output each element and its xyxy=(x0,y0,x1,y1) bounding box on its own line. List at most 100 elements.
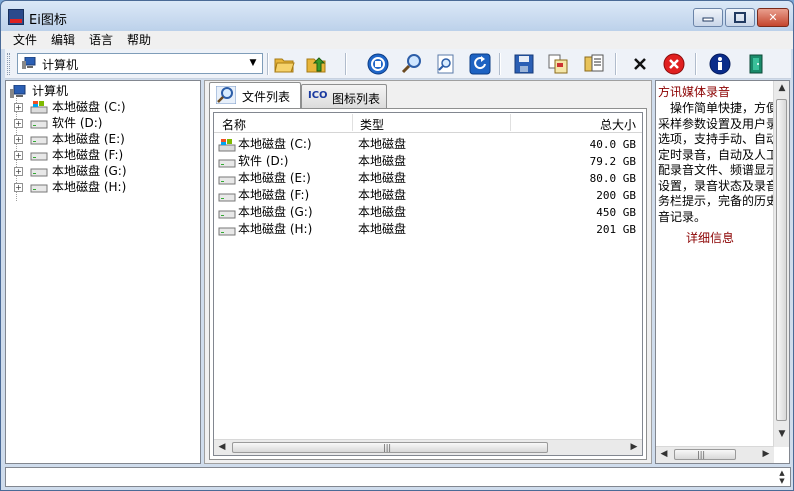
up-folder-button[interactable] xyxy=(303,51,329,77)
status-bar[interactable]: ▲ ▼ xyxy=(5,467,791,487)
column-divider[interactable] xyxy=(510,114,511,131)
address-combo[interactable]: 计算机 ▼ xyxy=(17,53,263,74)
scroll-left-icon[interactable]: ◀ xyxy=(656,447,672,462)
menu-language[interactable]: 语言 xyxy=(83,32,119,48)
column-header-size[interactable]: 总大小 xyxy=(600,116,636,133)
vertical-scrollbar[interactable]: ▲ ▼ xyxy=(773,81,789,447)
expand-icon[interactable]: + xyxy=(14,167,23,176)
scroll-down-icon[interactable]: ▼ xyxy=(774,427,789,442)
list-row-drive-e[interactable]: 本地磁盘 (E:) 本地磁盘 80.0 GB xyxy=(214,170,642,187)
toolbar-grip[interactable] xyxy=(7,53,10,75)
details-link[interactable]: 详细信息 xyxy=(686,229,734,246)
open-folder-button[interactable] xyxy=(271,51,297,77)
cell-name: 本地磁盘 (F:) xyxy=(238,188,310,202)
scroll-thumb[interactable]: ||| xyxy=(674,449,736,460)
expand-icon[interactable]: + xyxy=(14,103,23,112)
drive-icon xyxy=(218,193,236,202)
about-button[interactable] xyxy=(707,51,733,77)
tree-label: 软件 (D:) xyxy=(52,116,103,130)
spin-down-icon[interactable]: ▼ xyxy=(776,477,788,485)
cell-name: 本地磁盘 (G:) xyxy=(238,205,313,219)
expand-icon[interactable]: + xyxy=(14,119,23,128)
list-header: 名称 类型 总大小 xyxy=(214,113,642,133)
minimize-button[interactable] xyxy=(693,8,723,27)
tree-item-drive-c[interactable]: + 本地磁盘 (C:) xyxy=(6,99,196,115)
system-drive-icon xyxy=(218,139,236,152)
scroll-up-icon[interactable]: ▲ xyxy=(774,81,789,96)
scroll-left-icon[interactable]: ◀ xyxy=(214,440,230,455)
scroll-thumb[interactable]: ||| xyxy=(232,442,548,453)
cell-size: 79.2 GB xyxy=(589,155,636,168)
info-line: 务栏提示，完备的历史 xyxy=(658,194,776,208)
tree-item-drive-g[interactable]: + 本地磁盘 (G:) xyxy=(6,163,196,179)
cell-name: 软件 (D:) xyxy=(238,154,289,168)
cell-type: 本地磁盘 xyxy=(358,137,407,151)
drive-icon xyxy=(30,184,48,193)
scroll-right-icon[interactable]: ▶ xyxy=(626,440,642,455)
toolbar: 计算机 ▼ xyxy=(5,49,791,79)
scroll-right-icon[interactable]: ▶ xyxy=(758,447,774,462)
scroll-thumb[interactable] xyxy=(776,99,787,421)
title-bar[interactable]: Ei图标 ✕ xyxy=(1,1,793,31)
exit-button[interactable] xyxy=(743,51,769,77)
close-button[interactable]: ✕ xyxy=(757,8,789,27)
export-icon xyxy=(548,54,568,74)
expand-icon[interactable]: + xyxy=(14,135,23,144)
center-panel: 文件列表 ICO 图标列表 名称 类型 总大小 本地磁盘 (C:) 本地磁盘 4… xyxy=(204,80,652,464)
column-header-type[interactable]: 类型 xyxy=(360,116,384,133)
horizontal-scrollbar[interactable]: ◀ ||| ▶ xyxy=(656,446,774,463)
export-button[interactable] xyxy=(545,51,571,77)
remove-button[interactable] xyxy=(661,51,687,77)
tree-label: 本地磁盘 (F:) xyxy=(52,148,124,162)
find-button[interactable] xyxy=(433,51,459,77)
app-icon xyxy=(8,9,24,25)
stop-button[interactable] xyxy=(365,51,391,77)
horizontal-scrollbar[interactable]: ◀ ||| ▶ xyxy=(214,439,642,455)
expand-icon[interactable]: + xyxy=(14,183,23,192)
refresh-button[interactable] xyxy=(467,51,493,77)
menu-file[interactable]: 文件 xyxy=(7,32,43,48)
menu-edit[interactable]: 编辑 xyxy=(45,32,81,48)
column-divider[interactable] xyxy=(352,114,353,131)
info-description: 操作简单快捷，方便 采样参数设置及用户录 选项，支持手动、自动 定时录音，自动及… xyxy=(658,101,776,225)
info-line: 定时录音，自动及人工 xyxy=(658,147,776,162)
info-line: 设置，录音状态及录音 xyxy=(658,178,776,193)
column-header-name[interactable]: 名称 xyxy=(222,116,246,133)
tree-label: 计算机 xyxy=(32,84,69,98)
folder-tree[interactable]: 计算机 + 本地磁盘 (C:) + 软件 (D:) + 本地磁盘 (E:) + xyxy=(5,80,201,464)
cell-size: 40.0 GB xyxy=(589,138,636,151)
list-row-drive-f[interactable]: 本地磁盘 (F:) 本地磁盘 200 GB xyxy=(214,187,642,204)
cell-name: 本地磁盘 (E:) xyxy=(238,171,311,185)
tree-item-drive-d[interactable]: + 软件 (D:) xyxy=(6,115,196,131)
spin-up-icon[interactable]: ▲ xyxy=(776,469,788,477)
delete-button[interactable] xyxy=(627,51,653,77)
tree-label: 本地磁盘 (C:) xyxy=(52,100,126,114)
extract-button[interactable] xyxy=(581,51,607,77)
search-button[interactable] xyxy=(399,51,425,77)
tree-item-drive-h[interactable]: + 本地磁盘 (H:) xyxy=(6,179,196,195)
tab-file-list[interactable]: 文件列表 xyxy=(209,82,301,108)
drive-icon xyxy=(30,168,48,177)
file-list[interactable]: 名称 类型 总大小 本地磁盘 (C:) 本地磁盘 40.0 GB 软件 (D:)… xyxy=(213,112,643,456)
maximize-button[interactable] xyxy=(725,8,755,27)
extract-icon xyxy=(584,54,604,72)
chevron-down-icon[interactable]: ▼ xyxy=(246,56,260,71)
toolbar-separator xyxy=(345,53,347,75)
drive-icon xyxy=(30,120,48,129)
menu-help[interactable]: 帮助 xyxy=(121,32,157,48)
list-row-drive-h[interactable]: 本地磁盘 (H:) 本地磁盘 201 GB xyxy=(214,221,642,238)
cell-type: 本地磁盘 xyxy=(358,188,407,202)
drive-icon xyxy=(218,176,236,185)
toolbar-separator xyxy=(615,53,617,75)
save-button[interactable] xyxy=(511,51,537,77)
tree-item-drive-f[interactable]: + 本地磁盘 (F:) xyxy=(6,147,196,163)
list-row-drive-g[interactable]: 本地磁盘 (G:) 本地磁盘 450 GB xyxy=(214,204,642,221)
list-row-drive-c[interactable]: 本地磁盘 (C:) 本地磁盘 40.0 GB xyxy=(214,136,642,153)
grip-icon: ||| xyxy=(697,450,706,459)
expand-icon[interactable]: + xyxy=(14,151,23,160)
list-row-drive-d[interactable]: 软件 (D:) 本地磁盘 79.2 GB xyxy=(214,153,642,170)
tab-icon-list[interactable]: ICO 图标列表 xyxy=(301,84,387,108)
spin-buttons[interactable]: ▲ ▼ xyxy=(776,469,788,485)
tree-item-drive-e[interactable]: + 本地磁盘 (E:) xyxy=(6,131,196,147)
main-window: Ei图标 ✕ 文件 编辑 语言 帮助 计算机 ▼ 计算机 + 本地磁盘 (C:)… xyxy=(0,0,794,491)
